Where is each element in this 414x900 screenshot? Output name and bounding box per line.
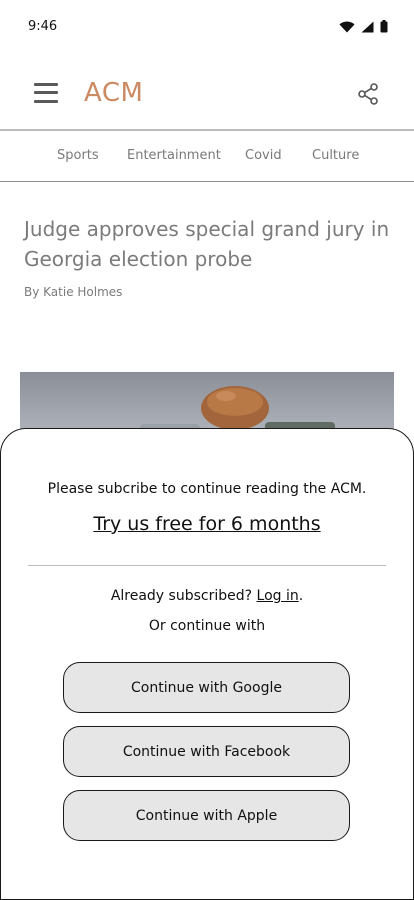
app-header: ACM: [0, 56, 414, 131]
hamburger-menu-icon[interactable]: [34, 82, 58, 104]
free-trial-link[interactable]: Try us free for 6 months: [1, 513, 413, 535]
article-headline: Judge approves special grand jury in Geo…: [24, 217, 390, 271]
wifi-icon: [339, 21, 355, 32]
continue-with-label: Or continue with: [148, 618, 266, 634]
paywall-sheet: Please subcribe to continue reading the …: [0, 428, 414, 900]
share-icon[interactable]: [356, 82, 380, 106]
category-nav: Sports Entertainment Covid Culture: [0, 131, 414, 182]
divider: [28, 565, 386, 566]
article-byline: By Katie Holmes: [24, 285, 123, 299]
continue-apple-button[interactable]: Continue with Apple: [63, 790, 350, 841]
category-entertainment[interactable]: Entertainment: [127, 148, 221, 163]
already-subscribed-text: Already subscribed?: [110, 588, 253, 604]
continue-google-button[interactable]: Continue with Google: [63, 662, 350, 713]
already-subscribed-line: Already subscribed? Log in.: [1, 588, 413, 604]
login-suffix: .: [298, 588, 304, 604]
login-link[interactable]: Log in: [257, 588, 299, 604]
brand-logo[interactable]: ACM: [84, 78, 143, 108]
status-time: 9:46: [28, 19, 58, 34]
subscribe-prompt: Please subcribe to continue reading the …: [47, 481, 367, 497]
category-sports[interactable]: Sports: [57, 148, 99, 163]
status-icons: [339, 20, 388, 33]
category-culture[interactable]: Culture: [312, 148, 359, 163]
cellular-signal-icon: [361, 21, 374, 32]
status-bar: 9:46: [0, 0, 414, 56]
continue-facebook-button[interactable]: Continue with Facebook: [63, 726, 350, 777]
battery-icon: [380, 20, 388, 33]
category-covid[interactable]: Covid: [245, 148, 282, 163]
